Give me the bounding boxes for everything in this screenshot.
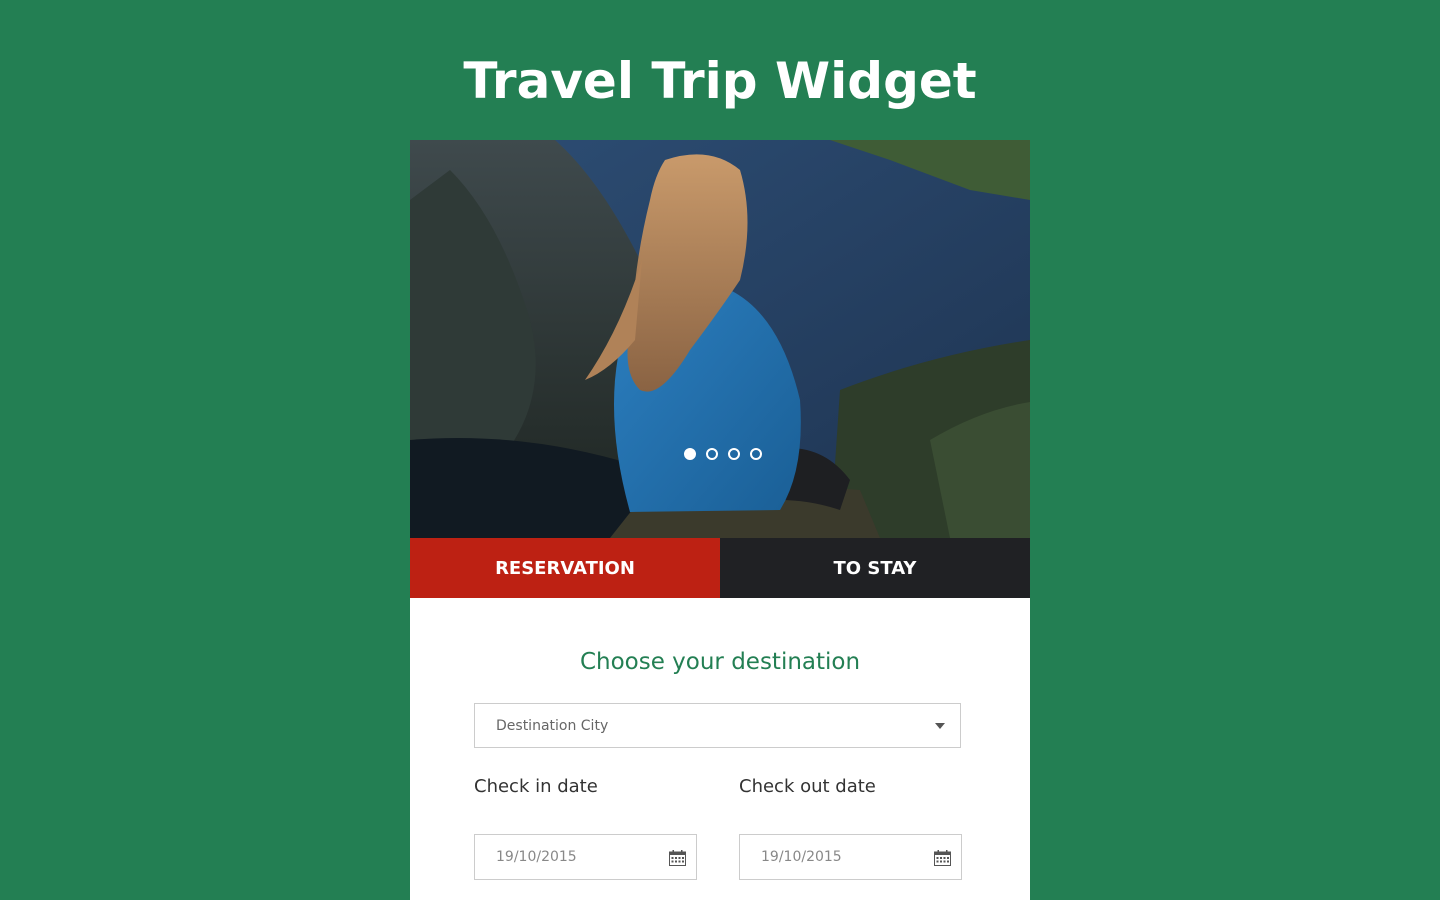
carousel-dot[interactable] xyxy=(750,448,762,460)
page-title: Travel Trip Widget xyxy=(463,52,977,110)
tab-bar: RESERVATION TO STAY xyxy=(410,538,1030,598)
tab-reservation[interactable]: RESERVATION xyxy=(410,538,720,598)
carousel-dot[interactable] xyxy=(706,448,718,460)
check-in-date-value: 19/10/2015 xyxy=(496,849,577,865)
carousel-dot[interactable] xyxy=(684,448,696,460)
form-heading: Choose your destination xyxy=(579,649,861,675)
destination-select[interactable]: Destination City xyxy=(474,703,961,748)
carousel-dots xyxy=(684,448,762,460)
destination-select-value: Destination City xyxy=(496,717,609,734)
carousel-dot[interactable] xyxy=(728,448,740,460)
check-in-date-input[interactable]: 19/10/2015 xyxy=(474,834,697,880)
chevron-down-icon xyxy=(935,723,945,729)
tab-to-stay[interactable]: TO STAY xyxy=(720,538,1030,598)
check-out-date-value: 19/10/2015 xyxy=(761,849,842,865)
check-in-label: Check in date xyxy=(474,776,598,797)
hero-image xyxy=(410,140,1030,538)
hero-carousel xyxy=(410,140,1030,538)
travel-widget: RESERVATION TO STAY Choose your destinat… xyxy=(410,140,1030,900)
check-out-date-input[interactable]: 19/10/2015 xyxy=(739,834,962,880)
calendar-icon[interactable] xyxy=(934,850,951,866)
calendar-icon[interactable] xyxy=(669,850,686,866)
booking-form: Choose your destination Destination City… xyxy=(410,598,1030,900)
check-out-label: Check out date xyxy=(739,776,876,797)
